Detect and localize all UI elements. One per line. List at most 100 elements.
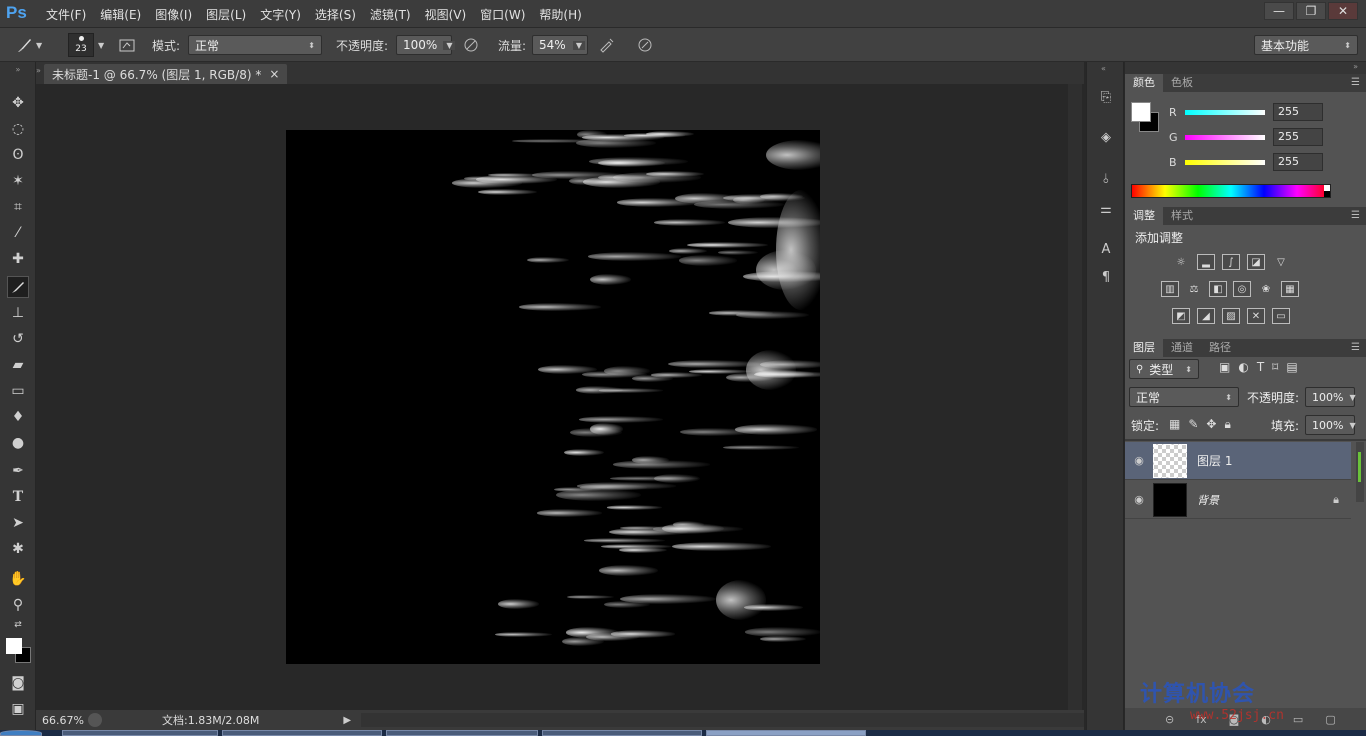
layer-name[interactable]: 背景 [1197,492,1219,508]
panel-menu-icon[interactable]: ☰ [1351,210,1360,221]
lock-position-icon[interactable]: ✥ [1206,417,1216,432]
marquee-tool-icon[interactable]: ◌ [7,118,29,140]
scrollbar-thumb[interactable] [1358,452,1361,482]
quick-mask-icon[interactable]: ◙ [7,672,29,694]
blur-tool-icon[interactable]: ♦ [7,406,29,428]
tab-swatches[interactable]: 色板 [1163,74,1201,92]
clone-stamp-tool-icon[interactable]: ⊥ [7,302,29,324]
fill-input[interactable]: 100% ▼ [1305,415,1356,435]
brush-panel-toggle[interactable] [116,35,138,55]
tool-preset-picker[interactable]: ▼ [14,35,42,55]
hand-tool-icon[interactable]: ✋ [7,568,29,590]
channel-r-value[interactable]: 255 [1273,103,1323,121]
eye-icon[interactable]: ◉ [1125,493,1153,506]
filter-smart-object-icon[interactable]: ▤ [1286,360,1297,374]
eraser-tool-icon[interactable]: ▰ [7,354,29,376]
tab-layers[interactable]: 图层 [1125,339,1163,357]
link-layers-icon[interactable]: ⊝ [1165,713,1174,726]
lock-transparent-icon[interactable]: ▦ [1169,417,1180,432]
layer-filter-select[interactable]: ⚲ 类型 ⬍ [1129,359,1199,379]
taskbar-item[interactable] [222,730,382,736]
filter-pixel-icon[interactable]: ▣ [1219,360,1230,374]
menu-help[interactable]: 帮助(H) [539,6,581,23]
blend-mode-select[interactable]: 正常 ⬍ [1129,387,1239,407]
history-brush-tool-icon[interactable]: ↺ [7,328,29,350]
pen-tool-icon[interactable]: ✒ [7,460,29,482]
minimize-button[interactable]: — [1264,2,1294,20]
document-canvas[interactable] [286,130,820,664]
flow-input[interactable]: 54% ▼ [532,35,588,55]
brush-panel-icon[interactable]: ⫰ [1095,168,1117,190]
eye-icon[interactable]: ◉ [1125,454,1153,467]
spectrum-black-swatch[interactable] [1324,191,1330,197]
color-foreground-swatch[interactable] [1131,102,1151,122]
brush-size-picker[interactable]: 23 ▼ [68,33,104,57]
selective-color-icon[interactable]: ✕ [1247,308,1265,324]
color-spectrum-bar[interactable] [1131,184,1331,198]
taskbar-item[interactable] [62,730,218,736]
healing-brush-tool-icon[interactable]: ✚ [7,248,29,270]
channel-mixer-icon[interactable]: ❀ [1257,281,1275,297]
document-tab[interactable]: 未标题-1 @ 66.7% (图层 1, RGB/8) * × [44,64,288,84]
start-button[interactable] [0,730,42,736]
color-lookup-icon[interactable]: ▦ [1281,281,1299,297]
properties-panel-icon[interactable]: ◈ [1095,126,1117,148]
layer-row-layer1[interactable]: ◉ 图层 1 [1125,442,1351,480]
filter-type-icon[interactable]: T [1257,360,1264,374]
color-slider-g[interactable]: G 255 [1169,127,1359,147]
channel-r-track[interactable] [1185,109,1265,115]
brush-tool-icon[interactable] [7,276,29,298]
color-slider-r[interactable]: R 255 [1169,102,1359,122]
hue-saturation-icon[interactable]: ▥ [1161,281,1179,297]
posterize-icon[interactable]: ◢ [1197,308,1215,324]
menu-select[interactable]: 选择(S) [315,6,356,23]
tab-color[interactable]: 颜色 [1125,74,1163,92]
new-layer-icon[interactable]: ▢ [1325,713,1335,726]
lasso-tool-icon[interactable]: ʘ [7,144,29,166]
menu-file[interactable]: 文件(F) [46,6,86,23]
paragraph-panel-icon[interactable]: ¶ [1095,266,1117,288]
eyedropper-tool-icon[interactable]: ⁄ [7,222,29,244]
pressure-opacity-icon[interactable] [460,34,482,56]
expand-panels-icon[interactable]: « [1101,64,1106,73]
airbrush-icon[interactable] [596,34,618,56]
filter-adjustment-icon[interactable]: ◐ [1238,360,1248,374]
shape-tool-icon[interactable]: ✱ [7,538,29,560]
canvas-area[interactable] [36,84,1084,710]
menu-filter[interactable]: 滤镜(T) [370,6,411,23]
channel-g-track[interactable] [1185,134,1265,140]
swap-colors-icon[interactable]: ⇄ [7,618,29,632]
dodge-tool-icon[interactable]: ● [7,432,29,454]
screen-mode-icon[interactable]: ▣ [7,698,29,720]
gradient-tool-icon[interactable]: ▭ [7,380,29,402]
exposure-icon[interactable]: ◪ [1247,254,1265,270]
menu-layer[interactable]: 图层(L) [206,6,246,23]
status-menu-arrow-icon[interactable]: ▶ [343,715,351,726]
new-group-icon[interactable]: ▭ [1293,713,1303,726]
invert-icon[interactable]: ◩ [1172,308,1190,324]
menu-view[interactable]: 视图(V) [425,6,467,23]
tab-paths[interactable]: 路径 [1201,339,1239,357]
collapse-panel-icon[interactable]: » [36,66,41,75]
collapse-panels-icon[interactable]: » [1353,62,1358,71]
layer-opacity-input[interactable]: 100% ▼ [1305,387,1356,407]
path-selection-tool-icon[interactable]: ➤ [7,512,29,534]
lock-pixels-icon[interactable]: ✎ [1188,417,1198,432]
collapse-toolbox-icon[interactable]: » [7,64,29,74]
black-white-icon[interactable]: ◧ [1209,281,1227,297]
layer-name[interactable]: 图层 1 [1197,452,1232,469]
zoom-tool-icon[interactable]: ⚲ [7,594,29,616]
zoom-level[interactable]: 66.67% [36,714,88,727]
taskbar-item[interactable] [386,730,538,736]
tab-channels[interactable]: 通道 [1163,339,1201,357]
layer-row-background[interactable]: ◉ 背景 🔒︎ [1125,481,1351,519]
curves-icon[interactable]: ∫ [1222,254,1240,270]
vibrance-icon[interactable]: ▽ [1272,254,1290,270]
vertical-scrollbar[interactable] [1068,84,1082,710]
channel-b-track[interactable] [1185,159,1265,165]
menu-window[interactable]: 窗口(W) [480,6,525,23]
type-tool-icon[interactable]: T [7,486,29,508]
lock-all-icon[interactable]: 🔒︎ [1224,417,1230,432]
threshold-icon[interactable]: ▨ [1222,308,1240,324]
menu-type[interactable]: 文字(Y) [260,6,301,23]
